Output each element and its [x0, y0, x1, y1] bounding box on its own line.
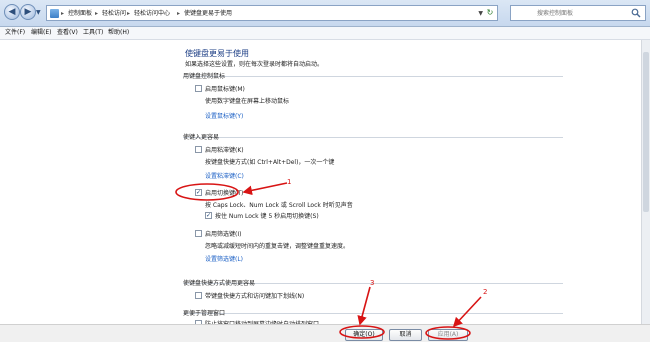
- toggle-keys-label[interactable]: 启用切换键(T): [205, 188, 243, 197]
- menu-bar: 文件(F) 编辑(E) 查看(V) 工具(T) 帮助(H): [0, 27, 650, 40]
- control-panel-icon: [50, 9, 59, 18]
- sticky-keys-description: 按键盘快捷方式(如 Ctrl+Alt+Del)，一次一个键: [205, 159, 335, 166]
- filter-keys-checkbox[interactable]: [195, 230, 202, 237]
- section-divider: [183, 76, 563, 77]
- menu-help[interactable]: 帮助(H): [108, 29, 129, 37]
- sticky-keys-label[interactable]: 启用粘滞键(K): [205, 145, 244, 154]
- breadcrumb-ease-of-access[interactable]: 轻松访问: [102, 9, 126, 18]
- back-button[interactable]: ◀: [4, 4, 20, 20]
- section-header-shortcuts: 使键盘快捷方式使用更容易: [183, 280, 256, 287]
- section-header-mouse-control: 用键盘控制鼠标: [183, 73, 226, 80]
- menu-edit[interactable]: 编辑(E): [31, 29, 51, 37]
- apply-button[interactable]: 应用(A): [428, 329, 468, 341]
- breadcrumb-control-panel[interactable]: 控制面板: [68, 9, 92, 18]
- page-subtitle: 如果选择这些设置，则在每次登录时都将自动启动。: [185, 61, 324, 68]
- toggle-keys-numlock-checkbox[interactable]: ✓: [205, 212, 212, 219]
- setup-sticky-keys-link[interactable]: 设置粘滞键(C): [205, 171, 244, 180]
- breadcrumb-separator: ▸: [177, 10, 181, 17]
- dialog-button-bar: 确定(O) 取消 应用(A): [0, 324, 650, 342]
- annotation-number-3: 3: [370, 279, 375, 287]
- refresh-icon[interactable]: ↻: [485, 8, 495, 18]
- menu-file[interactable]: 文件(F): [5, 29, 25, 37]
- filter-keys-description: 忽略或减缓短时间内的重复击键，调整键盘重复速度。: [205, 243, 350, 250]
- search-placeholder: 搜索控制面板: [537, 10, 574, 17]
- breadcrumb-current-page[interactable]: 使键盘更易于使用: [184, 9, 232, 18]
- toggle-keys-numlock-label[interactable]: 按住 Num Lock 键 5 秒启用切换键(S): [215, 211, 319, 220]
- setup-filter-keys-link[interactable]: 设置筛选键(L): [205, 254, 243, 263]
- address-dropdown-icon[interactable]: ▼: [478, 9, 483, 18]
- underline-shortcuts-checkbox[interactable]: [195, 292, 202, 299]
- annotation-number-1: 1: [287, 178, 292, 186]
- address-bar: ◀ ▶ ▼ ▸ 控制面板 ▸ 轻松访问 ▸ 轻松访问中心 ▸ 使键盘更易于使用 …: [0, 0, 650, 27]
- toggle-keys-checkbox[interactable]: ✓: [195, 189, 202, 196]
- mouse-keys-label[interactable]: 启用鼠标键(M): [205, 84, 245, 93]
- section-header-window-management: 更便于管理窗口: [183, 310, 226, 317]
- section-divider: [183, 137, 563, 138]
- mouse-keys-checkbox[interactable]: [195, 85, 202, 92]
- settings-content: 使键盘更易于使用 如果选择这些设置，则在每次登录时都将自动启动。 用键盘控制鼠标…: [0, 40, 650, 328]
- breadcrumb-ease-of-access-center[interactable]: 轻松访问中心: [134, 9, 170, 18]
- mouse-keys-description: 使用数字键盘在屏幕上移动鼠标: [205, 98, 290, 105]
- breadcrumb-separator: ▸: [127, 10, 131, 17]
- menu-view[interactable]: 查看(V): [57, 29, 78, 37]
- breadcrumb-separator: ▸: [95, 10, 99, 17]
- toggle-keys-description: 按 Caps Lock、Num Lock 或 Scroll Lock 时听见声音: [205, 202, 353, 209]
- page-title: 使键盘更易于使用: [185, 49, 249, 58]
- search-icon[interactable]: [631, 8, 641, 18]
- annotation-number-2: 2: [483, 288, 488, 296]
- ok-button[interactable]: 确定(O): [345, 329, 383, 341]
- filter-keys-label[interactable]: 启用筛选键(I): [205, 229, 241, 238]
- menu-tools[interactable]: 工具(T): [83, 29, 103, 37]
- cancel-button[interactable]: 取消: [389, 329, 422, 341]
- vertical-scrollbar[interactable]: [641, 40, 650, 324]
- recent-pages-dropdown-icon[interactable]: ▼: [36, 9, 44, 17]
- scrollbar-thumb[interactable]: [643, 52, 649, 212]
- underline-shortcuts-label[interactable]: 带键盘快捷方式和访问键加下划线(N): [205, 291, 304, 300]
- breadcrumb-separator: ▸: [61, 10, 65, 17]
- forward-button[interactable]: ▶: [20, 4, 36, 20]
- search-box[interactable]: 搜索控制面板: [510, 5, 646, 21]
- section-header-typing: 使键入更容易: [183, 134, 220, 141]
- address-box[interactable]: ▸ 控制面板 ▸ 轻松访问 ▸ 轻松访问中心 ▸ 使键盘更易于使用 ▼ ↻: [46, 5, 498, 21]
- setup-mouse-keys-link[interactable]: 设置鼠标键(Y): [205, 111, 243, 120]
- sticky-keys-checkbox[interactable]: [195, 146, 202, 153]
- section-divider: [183, 313, 563, 314]
